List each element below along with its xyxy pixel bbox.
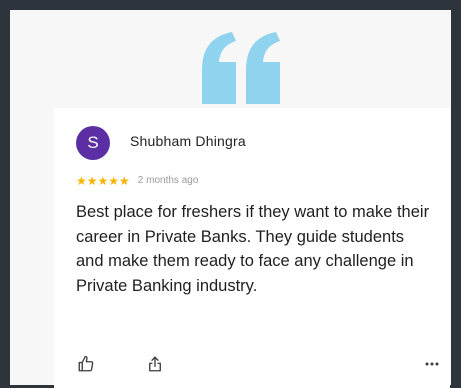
- share-icon: [149, 356, 161, 372]
- more-options-button[interactable]: [422, 354, 442, 374]
- more-horizontal-icon: [425, 362, 439, 366]
- avatar[interactable]: S: [76, 126, 110, 160]
- review-card: S Shubham Dhingra ★★★★★ 2 months ago Bes…: [54, 108, 450, 388]
- review-time: 2 months ago: [137, 175, 199, 186]
- reviewer-name[interactable]: Shubham Dhingra: [130, 133, 246, 149]
- review-meta: ★★★★★ 2 months ago: [76, 174, 198, 188]
- like-button[interactable]: [76, 354, 96, 374]
- review-text: Best place for freshers if they want to …: [76, 203, 430, 295]
- review-actions: [76, 354, 444, 374]
- thumbs-up-icon: [78, 355, 94, 372]
- star-rating: ★★★★★: [76, 174, 130, 188]
- quote-icon: [202, 32, 280, 104]
- testimonial-card: S Shubham Dhingra ★★★★★ 2 months ago Bes…: [10, 10, 451, 388]
- share-button[interactable]: [145, 354, 165, 374]
